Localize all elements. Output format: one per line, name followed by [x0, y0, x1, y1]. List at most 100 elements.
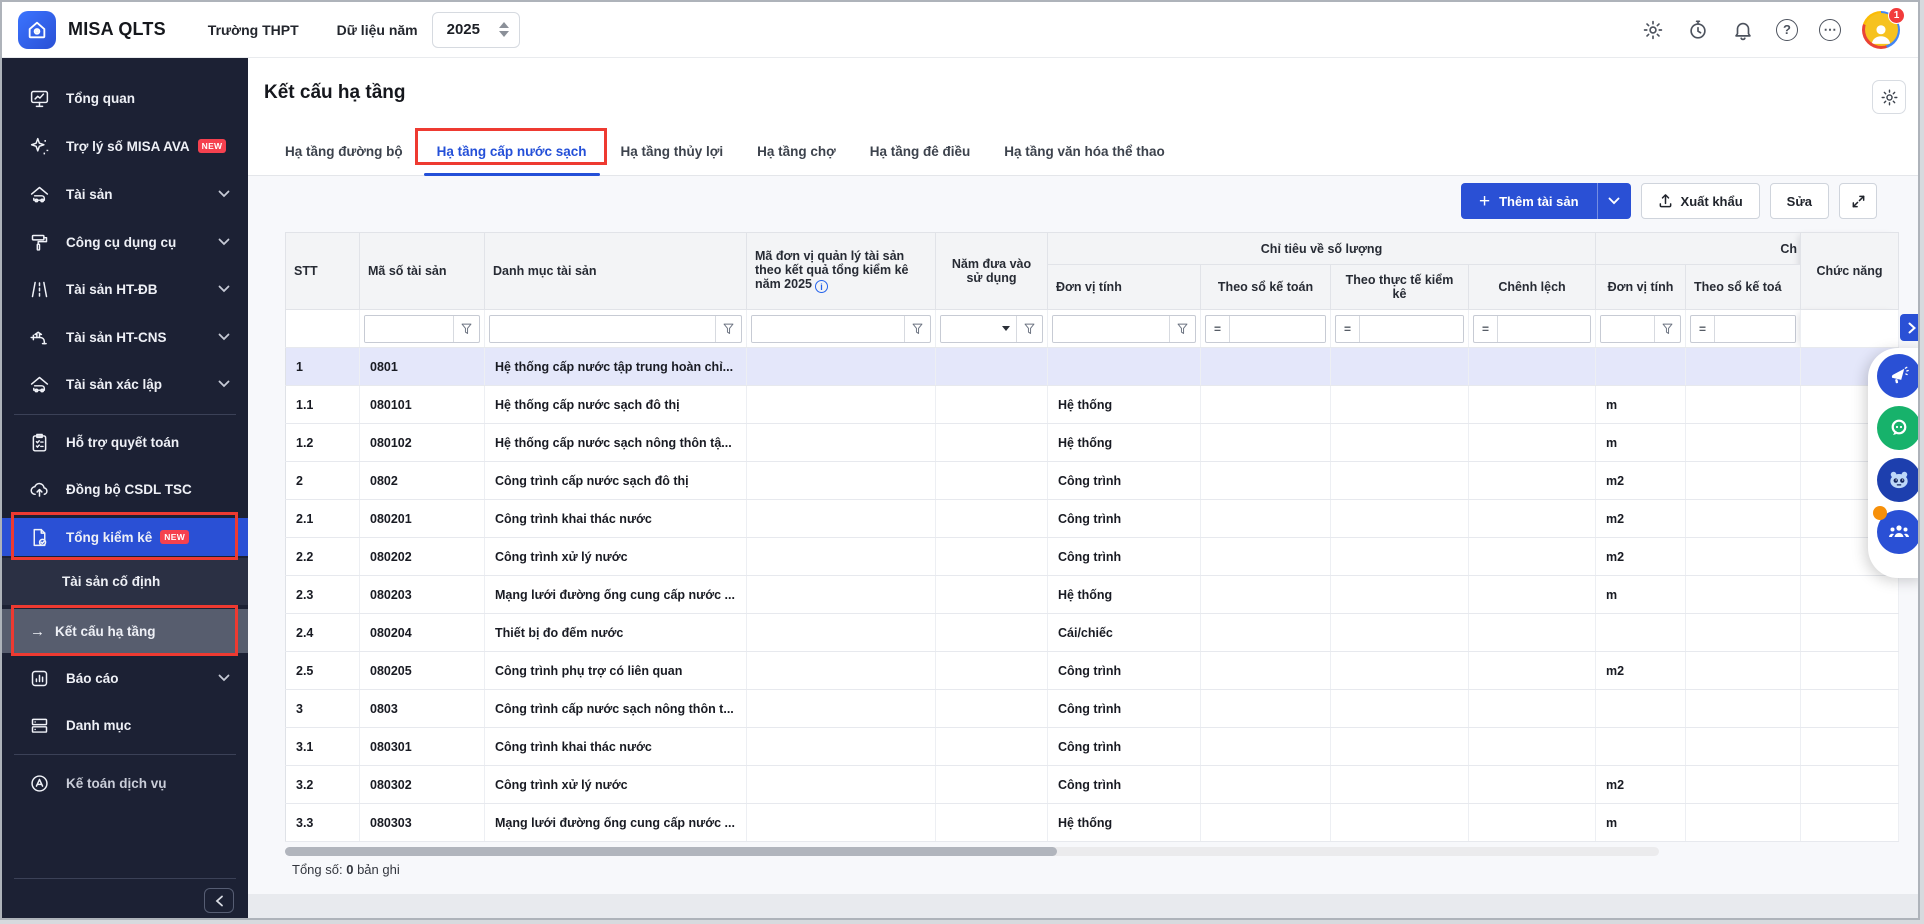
cell-2[interactable]: Thiết bị đo đếm nước [485, 614, 747, 652]
cell-2[interactable]: Công trình xử lý nước [485, 766, 747, 804]
cell-8[interactable] [1469, 766, 1596, 804]
table-row[interactable]: 2.4080204Thiết bị đo đếm nướcCái/chiếc [286, 614, 1899, 652]
cell-7[interactable] [1331, 500, 1469, 538]
cell-11[interactable] [1801, 804, 1899, 842]
filter-input[interactable] [752, 316, 904, 342]
cell-9[interactable]: m [1596, 424, 1686, 462]
sidebar-item-ke-toan-dich-vu[interactable]: Kế toán dịch vụ [2, 764, 248, 802]
sidebar-subitem-tai-san-co-dinh[interactable]: Tài sản cố định [2, 558, 248, 605]
cell-6[interactable] [1201, 766, 1331, 804]
cell-3[interactable] [747, 804, 936, 842]
tab-1[interactable]: Hạ tầng cấp nước sạch [420, 128, 604, 176]
cell-6[interactable] [1201, 614, 1331, 652]
cell-5[interactable]: Cái/chiếc [1048, 614, 1201, 652]
equals-operator[interactable]: = [1206, 316, 1230, 342]
alarm-icon[interactable] [1686, 18, 1710, 42]
cell-7[interactable] [1331, 462, 1469, 500]
cell-6[interactable] [1201, 500, 1331, 538]
cell-9[interactable]: m [1596, 386, 1686, 424]
sidebar-item-tai-san[interactable]: Tài sản [2, 175, 248, 213]
cell-0[interactable]: 3.2 [286, 766, 360, 804]
table-row[interactable]: 1.2080102Hệ thống cấp nước sạch nông thô… [286, 424, 1899, 462]
table-row[interactable]: 3.1080301Công trình khai thác nướcCông t… [286, 728, 1899, 766]
cell-8[interactable] [1469, 614, 1596, 652]
cell-0[interactable]: 1.1 [286, 386, 360, 424]
cell-4[interactable] [936, 576, 1048, 614]
cell-7[interactable] [1331, 766, 1469, 804]
tab-4[interactable]: Hạ tầng đê điều [853, 128, 988, 176]
tab-5[interactable]: Hạ tầng văn hóa thể thao [987, 128, 1182, 176]
cell-11[interactable] [1801, 690, 1899, 728]
column-header-val-book[interactable]: Theo sổ kế toá [1686, 265, 1801, 310]
cell-6[interactable] [1201, 424, 1331, 462]
chat-bot-icon[interactable] [1877, 406, 1920, 450]
cell-11[interactable] [1801, 652, 1899, 690]
cell-10[interactable] [1686, 690, 1801, 728]
cell-8[interactable] [1469, 500, 1596, 538]
cell-2[interactable]: Công trình khai thác nước [485, 728, 747, 766]
expand-icon[interactable] [1839, 183, 1877, 219]
filter-input[interactable] [365, 316, 453, 342]
cell-8[interactable] [1469, 348, 1596, 386]
cell-2[interactable]: Công trình khai thác nước [485, 500, 747, 538]
avatar[interactable]: 1 [1862, 11, 1900, 49]
filter-funnel-icon[interactable] [715, 316, 741, 342]
cell-10[interactable] [1686, 500, 1801, 538]
add-asset-dropdown-icon[interactable] [1597, 183, 1631, 219]
column-header-asset-code[interactable]: Mã số tài sản [360, 233, 485, 310]
more-icon[interactable]: ⋯ [1819, 19, 1841, 41]
cell-1[interactable]: 0802 [360, 462, 485, 500]
filter-funnel-icon[interactable] [904, 316, 930, 342]
column-header-stt[interactable]: STT [286, 233, 360, 310]
cell-4[interactable] [936, 500, 1048, 538]
tab-3[interactable]: Hạ tầng chợ [740, 128, 853, 176]
cell-11[interactable] [1801, 614, 1899, 652]
cell-9[interactable] [1596, 728, 1686, 766]
cell-7[interactable] [1331, 728, 1469, 766]
sidebar-item-tai-san-ht-cns[interactable]: Tài sản HT-CNS [2, 318, 248, 356]
cell-3[interactable] [747, 424, 936, 462]
cell-1[interactable]: 080202 [360, 538, 485, 576]
cell-8[interactable] [1469, 690, 1596, 728]
filter-funnel-icon[interactable] [1654, 316, 1680, 342]
equals-operator[interactable]: = [1691, 316, 1715, 342]
filter-input[interactable] [1360, 316, 1463, 342]
cell-2[interactable]: Công trình cấp nước sạch đô thị [485, 462, 747, 500]
cell-0[interactable]: 2.1 [286, 500, 360, 538]
filter-funnel-icon[interactable] [453, 316, 479, 342]
megaphone-icon[interactable] [1877, 354, 1920, 398]
help-icon[interactable]: ? [1776, 19, 1798, 41]
cell-5[interactable]: Công trình [1048, 728, 1201, 766]
cell-2[interactable]: Mạng lưới đường ống cung cấp nước ... [485, 576, 747, 614]
sidebar-subitem-ket-cau-ha-tang[interactable]: → Kết cấu hạ tầng [2, 609, 248, 653]
cell-10[interactable] [1686, 348, 1801, 386]
cell-3[interactable] [747, 690, 936, 728]
cell-3[interactable] [747, 614, 936, 652]
cell-0[interactable]: 2 [286, 462, 360, 500]
cell-1[interactable]: 080203 [360, 576, 485, 614]
column-header-val-unit[interactable]: Đơn vị tính [1596, 265, 1686, 310]
table-row[interactable]: 2.3080203Mạng lưới đường ống cung cấp nư… [286, 576, 1899, 614]
horizontal-scrollbar[interactable] [285, 847, 1659, 856]
column-header-qty-actual[interactable]: Theo thực tế kiểm kê [1331, 265, 1469, 310]
cell-11[interactable] [1801, 728, 1899, 766]
sidebar-item-misa-ava[interactable]: Trợ lý số MISA AVA NEW [2, 127, 248, 165]
cell-8[interactable] [1469, 576, 1596, 614]
table-row[interactable]: 1.1080101Hệ thống cấp nước sạch đô thịHệ… [286, 386, 1899, 424]
cell-3[interactable] [747, 462, 936, 500]
cell-10[interactable] [1686, 386, 1801, 424]
table-row[interactable]: 3.3080303Mạng lưới đường ống cung cấp nư… [286, 804, 1899, 842]
cell-3[interactable] [747, 576, 936, 614]
cell-11[interactable] [1801, 576, 1899, 614]
cell-6[interactable] [1201, 576, 1331, 614]
filter-funnel-icon[interactable] [1016, 316, 1042, 342]
column-header-qty-diff[interactable]: Chênh lệch [1469, 265, 1596, 310]
cell-4[interactable] [936, 538, 1048, 576]
tab-2[interactable]: Hạ tầng thủy lợi [604, 128, 741, 176]
cell-3[interactable] [747, 500, 936, 538]
cell-3[interactable] [747, 728, 936, 766]
cell-7[interactable] [1331, 424, 1469, 462]
cell-1[interactable]: 080303 [360, 804, 485, 842]
cell-10[interactable] [1686, 804, 1801, 842]
cell-5[interactable] [1048, 348, 1201, 386]
